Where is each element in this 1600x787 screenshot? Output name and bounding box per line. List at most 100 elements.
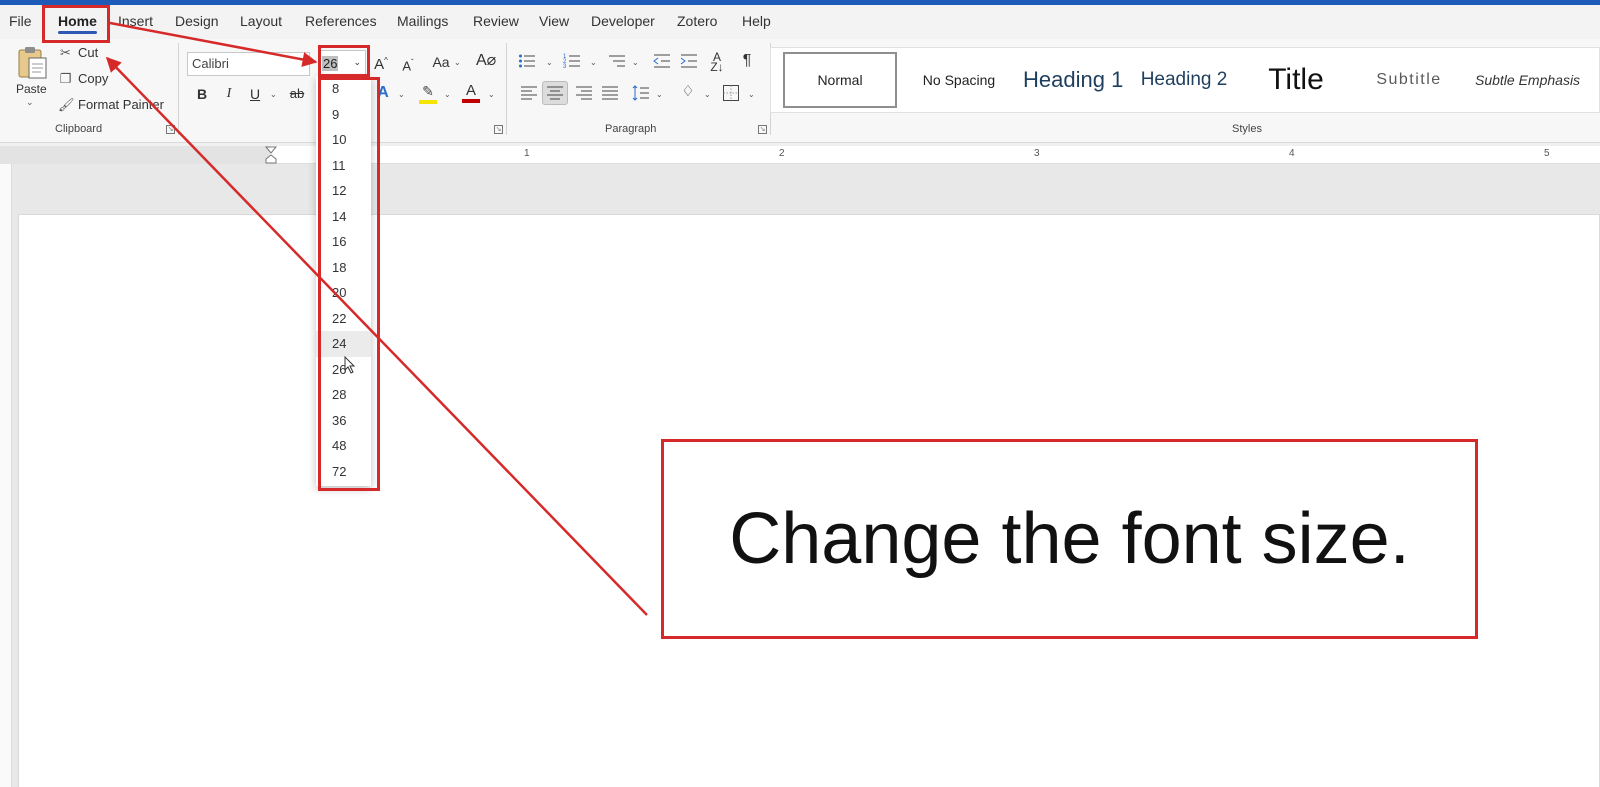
tab-insert[interactable]: Insert [118,13,153,29]
home-tab-highlight [42,5,110,43]
scissors-icon: ✂ [60,45,71,60]
highlighter-icon: ✎ [422,83,434,99]
change-case-button[interactable]: Aa [430,53,452,71]
font-launcher-icon[interactable]: ↘ [494,125,503,134]
chevron-down-icon[interactable]: ⌄ [488,90,495,99]
clipboard-group-label: Clipboard [55,123,103,135]
strikethrough-button[interactable]: ab [288,85,306,103]
tab-mailings[interactable]: Mailings [397,13,448,29]
font-color-bar [462,99,480,103]
ruler-number: 1 [524,148,530,159]
tab-references[interactable]: References [305,13,377,29]
paste-icon[interactable] [16,45,48,79]
decrease-indent-icon[interactable] [653,52,671,70]
tab-file[interactable]: File [9,13,32,29]
font-color-button[interactable]: A [462,81,480,103]
tab-zotero[interactable]: Zotero [677,13,717,29]
paste-button[interactable]: Paste [16,82,47,96]
vertical-ruler [0,164,12,787]
borders-icon[interactable] [722,84,740,102]
highlight-color-bar [419,100,437,104]
multilevel-list-icon[interactable] [608,52,626,70]
align-center-button[interactable] [542,81,568,105]
group-divider [506,43,507,135]
line-spacing-icon[interactable] [632,84,650,102]
group-divider [178,43,179,135]
chevron-down-icon[interactable]: ⌄ [454,58,461,67]
pilcrow-icon[interactable]: ¶ [739,52,755,70]
grow-font-label: A [374,56,385,73]
svg-text:3: 3 [563,64,567,70]
clear-formatting-icon[interactable]: A⌀ [476,52,496,70]
tab-layout[interactable]: Layout [240,13,282,29]
increase-indent-icon[interactable] [680,52,698,70]
chevron-down-icon[interactable]: ⌄ [26,97,34,108]
underline-button[interactable]: U [248,85,262,103]
font-size-highlight [318,45,370,77]
tab-help[interactable]: Help [742,13,771,29]
tab-developer[interactable]: Developer [591,13,655,29]
copy-icon: ❐ [59,71,72,86]
copy-button[interactable]: ❐ Copy [58,71,109,86]
style-normal[interactable]: Normal [783,52,897,108]
chevron-down-icon[interactable]: ⌄ [270,90,277,99]
shrink-font-button[interactable]: Aˇ [400,54,416,75]
chevron-down-icon[interactable]: ⌄ [444,90,451,99]
format-painter-button[interactable]: 🖌 Format Painter [58,97,164,112]
chevron-down-icon[interactable]: ⌄ [546,58,553,67]
cut-label: Cut [78,45,99,60]
format-painter-label: Format Painter [78,97,164,112]
shading-icon[interactable]: ♢ [679,83,697,101]
ruler-number: 2 [779,148,785,159]
ruler-number: 4 [1289,148,1295,159]
italic-button[interactable]: I [222,85,236,103]
ribbon: Paste ⌄ ✂ Cut ❐ Copy 🖌 Format Painter Cl… [0,39,1600,143]
style-no-spacing[interactable]: No Spacing [906,52,1012,108]
clipboard-launcher-icon[interactable]: ↘ [166,125,175,134]
align-center-icon [547,86,563,100]
paragraph-launcher-icon[interactable]: ↘ [758,125,767,134]
instruction-callout: Change the font size. [661,439,1478,639]
ruler-margin [0,146,270,164]
horizontal-ruler[interactable]: 1 2 3 4 5 [0,146,1600,164]
chevron-down-icon[interactable]: ⌄ [704,90,711,99]
style-heading-2[interactable]: Heading 2 [1131,52,1237,108]
ruler-number: 3 [1034,148,1040,159]
font-name-input[interactable]: Calibri [187,52,310,76]
align-left-icon[interactable] [520,85,538,101]
copy-label: Copy [78,71,109,86]
chevron-down-icon[interactable]: ⌄ [398,90,405,99]
bold-button[interactable]: B [195,85,209,103]
sort-icon[interactable]: A Z↓ [707,51,727,73]
ribbon-tab-bar: File Home Insert Design Layout Reference… [0,5,1600,39]
numbering-icon[interactable]: 1 2 3 [563,52,581,70]
grow-font-button[interactable]: A^ [373,52,389,74]
highlight-button[interactable]: ✎ [418,82,438,104]
chevron-down-icon[interactable]: ⌄ [748,90,755,99]
style-subtitle[interactable]: Subtitle [1356,52,1462,108]
callout-text: Change the font size. [729,499,1410,579]
ruler-number: 5 [1544,148,1550,159]
style-subtle-emphasis[interactable]: Subtle Emphasis [1469,52,1599,108]
paragraph-group-label: Paragraph [605,123,657,135]
mouse-cursor-icon [344,356,356,374]
style-heading-1[interactable]: Heading 1 [1019,52,1125,108]
dropdown-highlight [318,77,380,491]
styles-gallery: Normal No Spacing Heading 1 Heading 2 Ti… [770,47,1600,113]
styles-group-label: Styles [1232,123,1262,135]
indent-marker-icon[interactable] [265,146,277,164]
font-color-label: A [465,82,476,99]
chevron-down-icon[interactable]: ⌄ [590,58,597,67]
chevron-down-icon[interactable]: ⌄ [632,58,639,67]
tab-review[interactable]: Review [473,13,519,29]
tab-design[interactable]: Design [175,13,219,29]
justify-icon[interactable] [601,85,619,101]
cut-button[interactable]: ✂ Cut [58,45,98,60]
chevron-down-icon[interactable]: ⌄ [656,90,663,99]
tab-view[interactable]: View [539,13,569,29]
bullets-icon[interactable] [518,52,536,70]
style-title[interactable]: Title [1243,52,1349,108]
align-right-icon[interactable] [575,85,593,101]
brush-icon: 🖌 [58,97,75,112]
shrink-font-label: A [402,58,411,74]
